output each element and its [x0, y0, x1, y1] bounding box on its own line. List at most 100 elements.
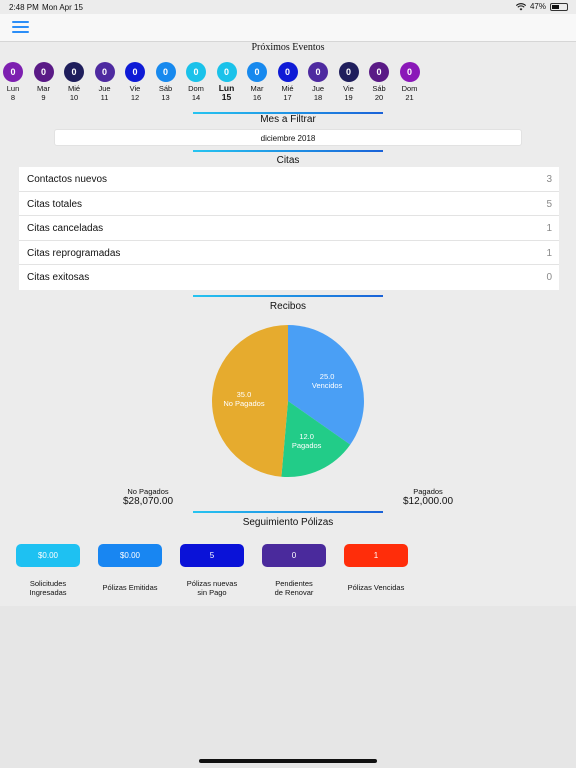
event-weekday: Sáb [372, 84, 386, 93]
event-date: 8 [10, 93, 16, 102]
event-count-badge: 0 [338, 62, 359, 82]
citas-row-label: Contactos nuevos [27, 174, 108, 185]
pie-label: 25.0 Vencidos [297, 372, 357, 390]
citas-row-value: 0 [546, 272, 552, 284]
citas-row[interactable]: Contactos nuevos 3 [19, 167, 559, 192]
event-weekday: Dom [401, 84, 418, 93]
event-day[interactable]: 0 Sáb 13 [151, 62, 181, 102]
event-weekday: Jue [98, 84, 111, 93]
event-date: 20 [374, 93, 384, 102]
event-weekday: Mar [37, 84, 50, 93]
event-count-badge: 0 [94, 62, 115, 82]
event-count-badge: 0 [3, 62, 23, 82]
event-weekday: Mar [250, 84, 264, 93]
event-weekday: Mié [281, 84, 294, 93]
event-day[interactable]: 0 Lun 15 [212, 62, 242, 102]
citas-row-value: 3 [546, 174, 552, 185]
no-pagados-label: No Pagados [127, 487, 169, 496]
event-count-badge: 0 [369, 62, 389, 82]
event-count-badge: 0 [247, 62, 267, 82]
event-weekday: Dom [188, 84, 204, 93]
event-count-badge: 0 [33, 62, 54, 82]
hamburger-menu-icon[interactable] [12, 20, 29, 34]
event-day[interactable]: 0 Mié 17 [273, 62, 303, 102]
citas-row-value: 5 [546, 198, 552, 210]
event-count-badge: 0 [399, 62, 420, 82]
citas-row[interactable]: Citas totales 5 [19, 192, 559, 217]
event-day[interactable]: 0 Lun 8 [0, 62, 28, 102]
no-pagados-amount: $28,070.00 [122, 496, 174, 507]
poliza-value-button[interactable]: 1 [344, 544, 408, 567]
event-count-badge: 0 [277, 62, 298, 82]
event-day[interactable]: 0 Mar 16 [242, 62, 272, 102]
event-date: 11 [100, 93, 109, 102]
nav-bar [0, 14, 576, 42]
event-day[interactable]: 0 Dom 21 [395, 62, 425, 102]
poliza-caption: Pólizas Emitidas [102, 583, 158, 592]
filter-title: Mes a Filtrar [260, 114, 316, 125]
empty-area [0, 606, 576, 768]
citas-row[interactable]: Citas reprogramadas 1 [19, 241, 559, 266]
event-count-badge: 0 [308, 62, 328, 82]
event-weekday: Mié [67, 84, 81, 93]
event-date: 21 [405, 93, 414, 102]
pie-label: 35.0 No Pagados [214, 390, 274, 408]
event-count-badge: 0 [186, 62, 206, 82]
events-row: 0 Lun 8 0 Mar 9 0 Mié 10 0 Jue 11 0 Vie 12 0 Sáb 13 0 Dom 14… [0, 62, 576, 107]
event-weekday: Vie [343, 84, 354, 93]
poliza-caption: Pólizas Vencidas [347, 583, 405, 592]
poliza-card[interactable]: 5 Pólizas nuevas sin Pago [180, 544, 244, 597]
event-day[interactable]: 0 Dom 14 [181, 62, 211, 102]
pie-label-name: Pagados [291, 440, 322, 450]
battery-icon [550, 2, 568, 11]
poliza-caption: Pendientes de Renovar [274, 579, 314, 597]
citas-table: Contactos nuevos 3 Citas totales 5 Citas can… [19, 167, 559, 290]
event-date: 9 [41, 93, 46, 102]
status-right: 47% [515, 2, 568, 11]
citas-row[interactable]: Citas canceladas 1 [19, 216, 559, 241]
poliza-value-button[interactable]: $0.00 [16, 544, 80, 567]
poliza-caption: Pólizas nuevas sin Pago [186, 579, 238, 597]
poliza-card[interactable]: 0 Pendientes de Renovar [262, 544, 326, 597]
event-day[interactable]: 0 Sáb 20 [364, 62, 394, 102]
poliza-card[interactable]: $0.00 Solicitudes Ingresadas [16, 544, 80, 597]
poliza-card[interactable]: $0.00 Pólizas Emitidas [98, 544, 162, 592]
polizas-title: Seguimiento Pólizas [242, 517, 334, 528]
citas-row-label: Citas totales [27, 198, 83, 210]
event-date: 15 [221, 92, 232, 102]
citas-row-label: Citas reprogramadas [27, 247, 121, 259]
citas-row-label: Citas canceladas [27, 223, 104, 235]
no-pagados-total: No Pagados $28,070.00 [106, 487, 190, 507]
event-day[interactable]: 0 Jue 18 [303, 62, 333, 102]
status-bar: 2:48 PM Mon Apr 15 47% [0, 0, 576, 14]
event-day[interactable]: 0 Mié 10 [59, 62, 89, 102]
event-day[interactable]: 0 Mar 9 [29, 62, 59, 102]
status-date: Mon Apr 15 [42, 3, 83, 12]
status-time: 2:48 PM [9, 3, 39, 12]
event-weekday: Vie [129, 84, 141, 93]
poliza-card[interactable]: 1 Pólizas Vencidas [344, 544, 408, 592]
pagados-amount: $12,000.00 [402, 496, 454, 507]
event-count-badge: 0 [64, 62, 84, 82]
event-date: 17 [283, 93, 292, 102]
poliza-value-button[interactable]: 0 [262, 544, 326, 567]
poliza-value-button[interactable]: $0.00 [98, 544, 162, 567]
poliza-value-button[interactable]: 5 [180, 544, 244, 567]
pagados-total: Pagados $12,000.00 [386, 487, 470, 507]
event-day[interactable]: 0 Vie 12 [120, 62, 150, 102]
pagados-label: Pagados [413, 487, 443, 496]
poliza-caption: Solicitudes Ingresadas [29, 579, 67, 597]
event-weekday: Jue [311, 84, 325, 93]
event-count-badge: 0 [216, 62, 237, 82]
event-day[interactable]: 0 Jue 11 [90, 62, 120, 102]
wifi-icon [515, 2, 526, 10]
home-indicator[interactable] [199, 759, 377, 763]
event-day[interactable]: 0 Vie 19 [334, 62, 364, 102]
event-date: 19 [344, 93, 353, 102]
event-count-badge: 0 [155, 62, 176, 82]
pie-label: 12.0 Pagados [277, 432, 337, 450]
citas-row[interactable]: Citas exitosas 0 [19, 265, 559, 290]
month-picker[interactable]: diciembre 2018 [54, 129, 522, 146]
event-date: 12 [130, 93, 140, 102]
pie-label-value: 35.0 [236, 390, 252, 400]
